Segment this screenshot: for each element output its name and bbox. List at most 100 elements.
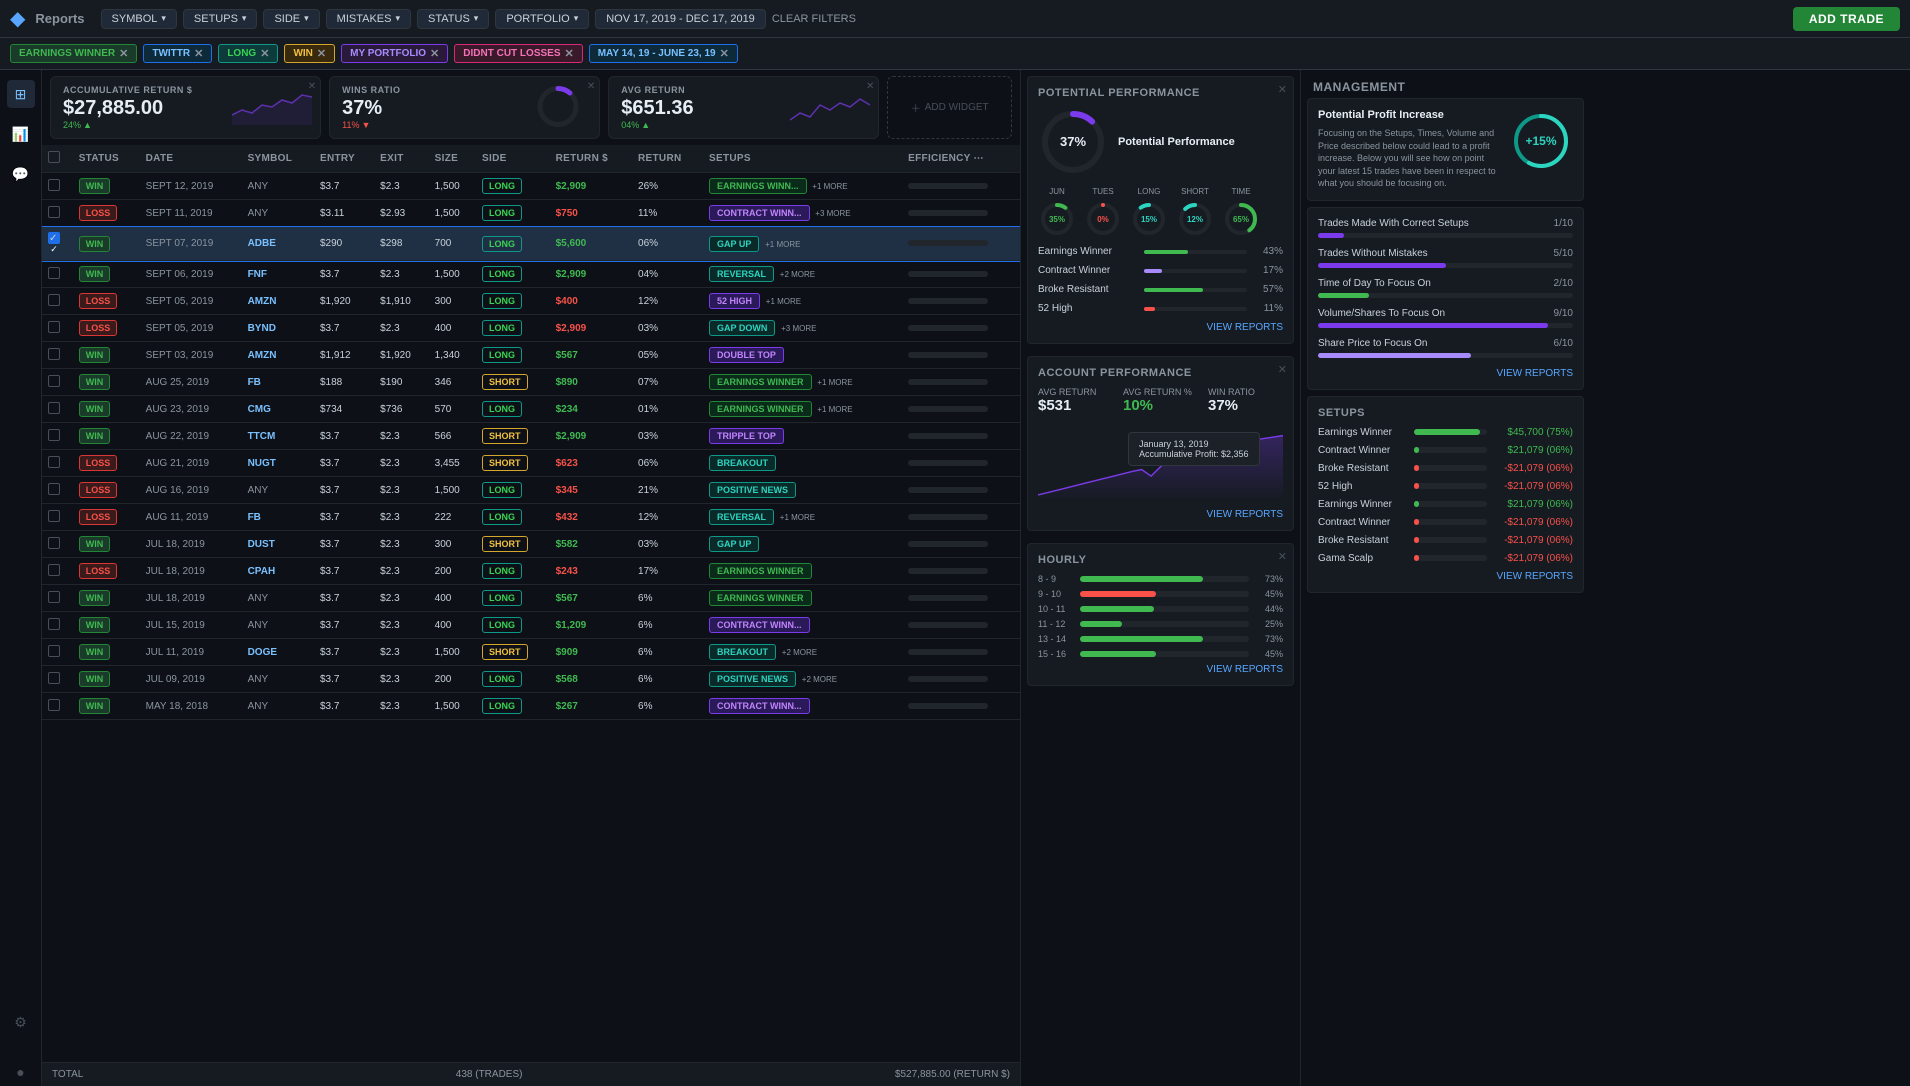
row-symbol[interactable]: FB bbox=[242, 504, 314, 531]
setups-filter-btn[interactable]: SETUPS bbox=[183, 9, 258, 29]
setup-badge[interactable]: CONTRACT WINN... bbox=[709, 617, 810, 633]
more-setups-btn[interactable]: +2 MORE bbox=[782, 648, 817, 657]
tag-close-icon[interactable]: ✕ bbox=[430, 47, 439, 60]
tag-close-icon[interactable]: ✕ bbox=[119, 47, 128, 60]
more-setups-btn[interactable]: +1 MORE bbox=[780, 513, 815, 522]
tag-didnt-cut[interactable]: DIDNT CUT LOSSES ✕ bbox=[454, 44, 582, 63]
clear-filters-btn[interactable]: CLEAR FILTERS bbox=[772, 13, 856, 25]
row-symbol[interactable]: ANY bbox=[242, 200, 314, 227]
view-reports-link-perf[interactable]: VIEW REPORTS bbox=[1038, 322, 1283, 333]
row-checkbox[interactable] bbox=[48, 591, 60, 603]
more-setups-btn[interactable]: +2 MORE bbox=[802, 675, 837, 684]
more-setups-btn[interactable]: +2 MORE bbox=[780, 270, 815, 279]
row-cb[interactable] bbox=[42, 173, 73, 200]
table-row[interactable]: LOSS SEPT 11, 2019 ANY $3.11 $2.93 1,500… bbox=[42, 200, 1020, 227]
table-row[interactable]: WIN AUG 25, 2019 FB $188 $190 346 SHORT … bbox=[42, 369, 1020, 396]
row-checkbox[interactable] bbox=[48, 179, 60, 191]
th-date[interactable]: DATE bbox=[140, 145, 242, 173]
row-checkbox[interactable] bbox=[48, 267, 60, 279]
symbol[interactable]: DOGE bbox=[248, 647, 277, 658]
tag-win[interactable]: WIN ✕ bbox=[284, 44, 335, 63]
symbol[interactable]: TTCM bbox=[248, 431, 276, 442]
date-range-btn[interactable]: NOV 17, 2019 - DEC 17, 2019 bbox=[595, 9, 766, 29]
row-symbol[interactable]: FB bbox=[242, 369, 314, 396]
row-checkbox[interactable] bbox=[48, 537, 60, 549]
row-cb[interactable] bbox=[42, 693, 73, 720]
tag-close-icon[interactable]: ✕ bbox=[260, 47, 269, 60]
row-symbol[interactable]: FNF bbox=[242, 261, 314, 288]
setup-badge[interactable]: GAP UP bbox=[709, 536, 759, 552]
row-checkbox[interactable] bbox=[48, 699, 60, 711]
row-checkbox[interactable] bbox=[48, 321, 60, 333]
symbol[interactable]: FB bbox=[248, 377, 261, 388]
side-filter-btn[interactable]: SIDE bbox=[263, 9, 319, 29]
setup-badge[interactable]: GAP UP bbox=[709, 236, 759, 252]
tag-long[interactable]: LONG ✕ bbox=[218, 44, 278, 63]
sidebar-icon-settings[interactable]: ⚙ bbox=[7, 1008, 35, 1036]
row-symbol[interactable]: ANY bbox=[242, 173, 314, 200]
view-reports-link-hourly[interactable]: VIEW REPORTS bbox=[1038, 664, 1283, 675]
row-symbol[interactable]: CPAH bbox=[242, 558, 314, 585]
setup-badge[interactable]: EARNINGS WINN... bbox=[709, 178, 807, 194]
symbol[interactable]: AMZN bbox=[248, 296, 277, 307]
th-status[interactable]: STATUS bbox=[73, 145, 140, 173]
setup-badge[interactable]: REVERSAL bbox=[709, 266, 774, 282]
row-checkbox[interactable] bbox=[48, 564, 60, 576]
symbol[interactable]: CMG bbox=[248, 404, 271, 415]
view-reports-link-acct[interactable]: VIEW REPORTS bbox=[1038, 509, 1283, 520]
row-symbol[interactable]: ANY bbox=[242, 585, 314, 612]
sidebar-icon-chart[interactable]: 📊 bbox=[7, 120, 35, 148]
row-checkbox[interactable] bbox=[48, 294, 60, 306]
setup-badge[interactable]: GAP DOWN bbox=[709, 320, 775, 336]
th-efficiency[interactable]: EFFICIENCY ⋯ bbox=[902, 145, 1020, 173]
row-checkbox[interactable] bbox=[48, 348, 60, 360]
setup-badge[interactable]: 52 HIGH bbox=[709, 293, 760, 309]
row-cb[interactable] bbox=[42, 200, 73, 227]
row-cb[interactable] bbox=[42, 612, 73, 639]
select-all-checkbox[interactable] bbox=[48, 151, 60, 163]
symbol[interactable]: ANY bbox=[248, 208, 269, 219]
symbol[interactable]: CPAH bbox=[248, 566, 276, 577]
th-symbol[interactable]: SYMBOL bbox=[242, 145, 314, 173]
tag-close-icon[interactable]: ✕ bbox=[194, 47, 203, 60]
table-row[interactable]: LOSS AUG 16, 2019 ANY $3.7 $2.3 1,500 LO… bbox=[42, 477, 1020, 504]
row-symbol[interactable]: AMZN bbox=[242, 288, 314, 315]
table-row[interactable]: LOSS SEPT 05, 2019 AMZN $1,920 $1,910 30… bbox=[42, 288, 1020, 315]
row-cb[interactable] bbox=[42, 585, 73, 612]
row-checkbox[interactable] bbox=[48, 618, 60, 630]
row-checkbox[interactable] bbox=[48, 375, 60, 387]
row-cb[interactable] bbox=[42, 639, 73, 666]
sidebar-icon-home[interactable]: ⊞ bbox=[7, 80, 35, 108]
row-cb[interactable] bbox=[42, 396, 73, 423]
row-checkbox[interactable] bbox=[48, 206, 60, 218]
th-entry[interactable]: ENTRY bbox=[314, 145, 374, 173]
more-setups-btn[interactable]: +1 MORE bbox=[766, 297, 801, 306]
symbol[interactable]: ANY bbox=[248, 701, 269, 712]
row-symbol[interactable]: ANY bbox=[242, 477, 314, 504]
row-cb[interactable] bbox=[42, 315, 73, 342]
setup-badge[interactable]: CONTRACT WINN... bbox=[709, 205, 810, 221]
more-setups-btn[interactable]: +1 MORE bbox=[812, 182, 847, 191]
setup-badge[interactable]: TRIPPLE TOP bbox=[709, 428, 784, 444]
portfolio-filter-btn[interactable]: PORTFOLIO bbox=[495, 9, 589, 29]
symbol[interactable]: ANY bbox=[248, 181, 269, 192]
th-setups[interactable]: SETUPS bbox=[703, 145, 902, 173]
row-cb[interactable] bbox=[42, 504, 73, 531]
add-trade-btn[interactable]: ADD TRADE bbox=[1793, 7, 1900, 31]
setup-badge[interactable]: EARNINGS WINNER bbox=[709, 374, 812, 390]
table-row[interactable]: WIN JUL 09, 2019 ANY $3.7 $2.3 200 LONG … bbox=[42, 666, 1020, 693]
table-row[interactable]: WIN AUG 23, 2019 CMG $734 $736 570 LONG … bbox=[42, 396, 1020, 423]
tag-earnings-winner[interactable]: EARNINGS WINNER ✕ bbox=[10, 44, 137, 63]
row-checkbox[interactable] bbox=[48, 672, 60, 684]
row-checkbox[interactable] bbox=[48, 456, 60, 468]
row-cb[interactable] bbox=[42, 477, 73, 504]
hourly-close[interactable]: ✕ bbox=[1278, 550, 1287, 563]
setup-badge[interactable]: EARNINGS WINNER bbox=[709, 401, 812, 417]
more-setups-btn[interactable]: +1 MORE bbox=[817, 405, 852, 414]
table-row[interactable]: WIN JUL 18, 2019 DUST $3.7 $2.3 300 SHOR… bbox=[42, 531, 1020, 558]
tag-close-icon[interactable]: ✕ bbox=[720, 47, 729, 60]
setup-badge[interactable]: BREAKOUT bbox=[709, 644, 776, 660]
table-row[interactable]: ✓ WIN SEPT 07, 2019 ADBE $290 $298 700 L… bbox=[42, 227, 1020, 261]
add-widget-card[interactable]: ＋ ADD WIDGET bbox=[887, 76, 1012, 139]
table-row[interactable]: WIN JUL 11, 2019 DOGE $3.7 $2.3 1,500 SH… bbox=[42, 639, 1020, 666]
